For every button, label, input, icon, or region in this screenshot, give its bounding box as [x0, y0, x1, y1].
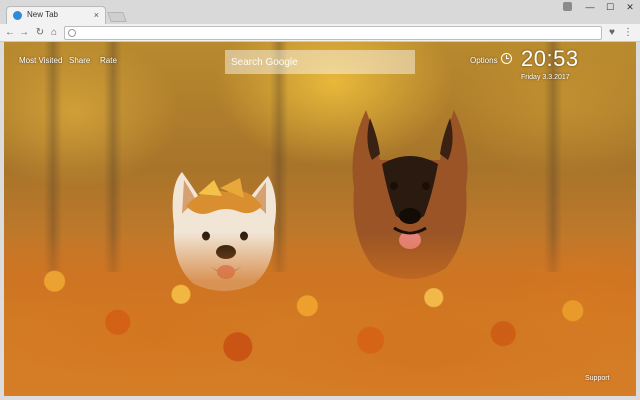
minimize-button[interactable]: — — [580, 0, 600, 14]
browser-toolbar: ← → ↻ ⌂ ♥ ⋮ — [0, 24, 640, 42]
title-bar: New Tab × — ☐ ✕ — [0, 0, 640, 24]
user-profile-button[interactable] — [560, 0, 574, 14]
tab-title: New Tab — [27, 10, 58, 19]
back-button[interactable]: ← — [4, 26, 16, 40]
menu-icon[interactable]: ⋮ — [622, 26, 634, 40]
tab-favicon-icon — [13, 11, 22, 20]
autumn-leaves-foreground — [4, 232, 636, 396]
search-input[interactable] — [225, 50, 415, 74]
share-link[interactable]: Share — [69, 56, 90, 65]
forward-button[interactable]: → — [18, 26, 30, 40]
close-window-button[interactable]: ✕ — [620, 0, 640, 14]
new-tab-button[interactable] — [107, 12, 127, 22]
maximize-button[interactable]: ☐ — [600, 0, 620, 14]
extension-icon[interactable]: ♥ — [606, 26, 618, 40]
reload-button[interactable]: ↻ — [34, 26, 46, 40]
new-tab-page: Most Visited Share Rate Options 20:53 Fr… — [4, 42, 636, 396]
options-link[interactable]: Options — [470, 56, 498, 65]
window-controls: — ☐ ✕ — [560, 0, 640, 14]
most-visited-link[interactable]: Most Visited — [19, 56, 62, 65]
tab-close-icon[interactable]: × — [94, 9, 99, 21]
clock-date: Friday 3.3.2017 — [521, 74, 570, 81]
home-button[interactable]: ⌂ — [48, 26, 60, 40]
rate-link[interactable]: Rate — [100, 56, 117, 65]
clock-time: 20:53 — [521, 46, 579, 71]
page-info-icon[interactable] — [68, 29, 76, 37]
tab-new-tab[interactable]: New Tab × — [6, 6, 106, 24]
support-link[interactable]: Support — [585, 375, 610, 382]
user-icon — [562, 2, 572, 11]
address-bar[interactable] — [64, 26, 602, 40]
clock-icon[interactable] — [501, 53, 512, 64]
